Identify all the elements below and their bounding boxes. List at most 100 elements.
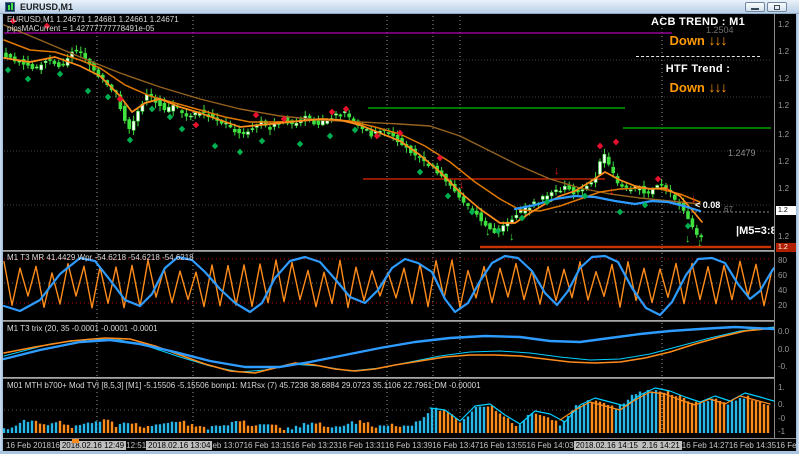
- htf-trend-direction: Down ↓↓↓: [618, 79, 778, 95]
- time-label: 16 Feb 14:43: [776, 440, 796, 450]
- scale-label: 1.: [778, 383, 785, 392]
- panel-separator-2[interactable]: [3, 320, 796, 322]
- acb-trend-direction: Down ↓↓↓: [618, 32, 778, 48]
- exit-arrow-icon: ↓: [485, 226, 491, 238]
- buy-diamond-icon: [416, 168, 424, 176]
- time-crosshair-tag: 2018.02.16 14:15: [573, 440, 640, 450]
- scale-label: 1.2: [778, 47, 790, 56]
- mt4-chart-window: EURUSD,M1 ↓ ↓ ↓ ↓ ↓ ↓ ↓ ↓ ↓ EURUSD,M1 1.24671 1.…: [0, 0, 799, 454]
- sell-diamond-icon: [596, 142, 604, 150]
- time-label: 16 Feb 14:35: [728, 440, 777, 450]
- tvi-histogram: [3, 389, 770, 433]
- time-crosshair-tag: 2018.02.16 13:04: [146, 440, 213, 450]
- price-scale[interactable]: 1.2 1.2 1.2 1.2 1.2 1.2 1.2 1.2 80 60 40 20 0.0 0.0 -0…: [774, 14, 796, 438]
- sell-arrow-icon: ↓: [609, 185, 615, 197]
- buy-diamond-icon: [4, 66, 12, 74]
- buy-diamond-icon: [468, 208, 476, 216]
- ohlc-info-line: EURUSD,M1 1.24671 1.24681 1.24661 1.2467…: [7, 15, 179, 24]
- sell-diamond-icon: [436, 154, 444, 162]
- sell-diamond-icon: [116, 95, 124, 103]
- time-label: 16 Feb 13:31: [337, 440, 386, 450]
- rsx-cyan-line: [429, 387, 774, 425]
- sell-arrow-icon: ↓: [665, 181, 671, 193]
- restore-button[interactable]: [767, 2, 787, 12]
- buy-diamond-icon: [258, 137, 266, 145]
- buy-diamond-icon: [351, 126, 359, 134]
- minimize-icon: [751, 8, 759, 10]
- script-status-line: pipsMACurrent = 1.42777777778491e-05: [7, 24, 155, 33]
- trix-cyan-line: [3, 326, 774, 373]
- spread-label: < 0.08: [695, 200, 721, 210]
- indicator3-label: M01 MTH b700+ Mod TVI [8,5,3] [M1] -5.15…: [7, 381, 481, 390]
- trend-separator: [636, 56, 760, 57]
- buy-diamond-icon: [444, 192, 452, 200]
- buy-diamond-icon: [126, 136, 134, 144]
- scale-label: 0.0: [778, 327, 790, 336]
- time-label: 16 Feb 13:55: [479, 440, 527, 450]
- scale-label: 1.2: [778, 130, 790, 139]
- buy-diamond-icon: [178, 125, 186, 133]
- panel-separator-1[interactable]: [3, 250, 796, 252]
- indicator1-label: M1 T3 MR 41.4429 Wpr -54.6218 -54.6218 -…: [7, 253, 194, 262]
- panel-separator-3[interactable]: [3, 377, 796, 379]
- scale-label: 60: [778, 271, 787, 280]
- sell-arrow-icon: ↓: [554, 165, 560, 177]
- htf-down-text: Down: [669, 80, 705, 95]
- m5-ratio-label: |M5=3:8: [736, 225, 777, 237]
- time-label: 16 Feb 13:15: [243, 440, 291, 450]
- scale-label: 0.0: [778, 345, 790, 354]
- trend-annotation-block: 1.2504 ACB TREND : M1 Down ↓↓↓ HTF Trend…: [618, 16, 778, 95]
- scale-label: 1.2: [778, 20, 790, 29]
- scale-label: 1.2: [778, 74, 790, 83]
- buy-diamond-icon: [24, 75, 32, 83]
- buy-diamond-icon: [616, 208, 624, 216]
- buy-diamond-icon: [104, 93, 112, 101]
- scale-label: 20: [778, 301, 787, 310]
- buy-diamond-icon: [684, 222, 692, 230]
- time-crosshair-tag: 2018.02.16 12:49: [59, 440, 127, 450]
- acb-down-text: Down: [669, 33, 705, 48]
- time-label: eb 13:07: [212, 440, 244, 450]
- buy-diamond-icon: [166, 113, 174, 121]
- time-crosshair-tag: 2.16 14:21: [639, 440, 682, 450]
- scale-label: 0.: [778, 400, 785, 409]
- axis-position-marker: [72, 439, 79, 443]
- time-label: 16 Feb 14:27: [681, 440, 729, 450]
- trix-blue-line: [3, 325, 774, 369]
- wpr-orange-line: [3, 259, 773, 309]
- scale-label: 80: [778, 256, 787, 265]
- sell-arrow-icon: ↓: [459, 179, 465, 191]
- time-label: 16 Feb 14:03: [526, 440, 574, 450]
- scale-price-tag: 1.2: [776, 243, 796, 252]
- exit-arrow-icon: ↓: [685, 233, 691, 245]
- sell-diamond-icon: [373, 132, 381, 140]
- acb-trend-title: ACB TREND : M1: [650, 16, 746, 28]
- scale-label: -0: [778, 414, 786, 423]
- time-axis[interactable]: 16 Feb 2018 16 2018.02.16 12:49 12:51 2018.0…: [3, 438, 796, 451]
- scale-label: -0.: [778, 362, 788, 371]
- sell-diamond-icon: [654, 175, 662, 183]
- restore-icon: [774, 5, 780, 10]
- time-label: 16 Feb 13:23: [290, 440, 338, 450]
- scale-label: 1.2: [778, 101, 790, 110]
- minimize-button[interactable]: [745, 2, 765, 12]
- chart-window-icon: [5, 2, 15, 12]
- buy-diamond-icon: [84, 87, 92, 95]
- sell-diamond-icon: [612, 138, 620, 146]
- scale-label: 1.2: [778, 184, 790, 193]
- window-titlebar: EURUSD,M1: [0, 0, 799, 14]
- time-label: 12:51: [126, 440, 147, 450]
- time-label: 16 Feb 13:47: [432, 440, 480, 450]
- buy-diamond-icon: [236, 148, 244, 156]
- time-label: 16 Feb 2018: [6, 440, 51, 450]
- spread-ghost-label: 67: [724, 205, 733, 214]
- htf-down-arrows-icon: ↓↓↓: [708, 79, 728, 95]
- buy-diamond-icon: [326, 132, 334, 140]
- scale-label: -1: [778, 427, 786, 436]
- buy-diamond-icon: [296, 140, 304, 148]
- indicator2-label: M1 T3 trix (20, 35 -0.0001 -0.0001 -0.00…: [7, 324, 158, 333]
- window-title: EURUSD,M1: [20, 2, 74, 12]
- trix-orange-line: [3, 327, 774, 374]
- scale-label: 40: [778, 286, 787, 295]
- htf-trend-title: HTF Trend :: [665, 63, 731, 75]
